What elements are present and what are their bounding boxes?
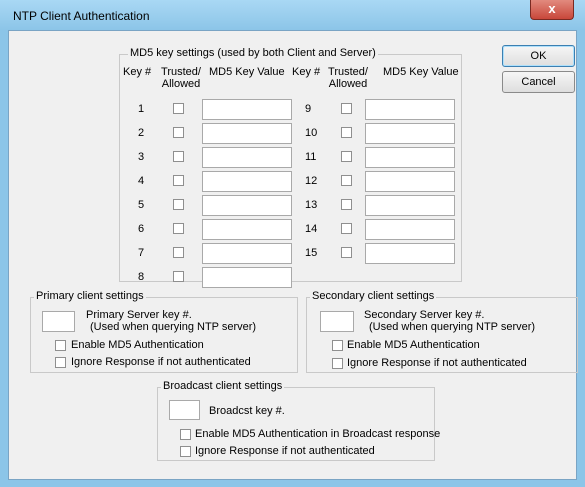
trusted-checkbox-key-7[interactable] (173, 247, 184, 258)
secondary-key-sublabel: (Used when querying NTP server) (369, 321, 536, 333)
trusted-checkbox-key-10[interactable] (341, 127, 352, 138)
broadcast-ignore-response-checkbox[interactable] (180, 446, 191, 457)
md5-key-value-input-1[interactable] (202, 99, 292, 120)
key-number-label: 5 (138, 199, 145, 211)
primary-enable-md5-checkbox[interactable] (55, 340, 66, 351)
trusted-header-line2: Allowed (161, 78, 201, 90)
md5-key-value-input-2[interactable] (202, 123, 292, 144)
key-number-label: 15 (305, 247, 318, 259)
trusted-header-line2: Allowed (328, 78, 368, 90)
primary-ignore-response-label: Ignore Response if not authenticated (71, 356, 251, 368)
md5-key-value-input-10[interactable] (365, 123, 455, 144)
trusted-checkbox-key-3[interactable] (173, 151, 184, 162)
broadcast-key-input[interactable] (169, 400, 200, 420)
broadcast-key-label: Broadcst key #. (209, 405, 285, 417)
broadcast-group-title: Broadcast client settings (161, 380, 285, 392)
col-header-key-right: Key # (292, 66, 321, 78)
key-number-label: 4 (138, 175, 145, 187)
key-number-label: 2 (138, 127, 145, 139)
trusted-checkbox-key-4[interactable] (173, 175, 184, 186)
secondary-client-settings-group: Secondary client settings Secondary Serv… (306, 290, 578, 373)
trusted-checkbox-key-8[interactable] (173, 271, 184, 282)
trusted-header-line1: Trusted/ (161, 66, 201, 78)
col-header-trusted-left: Trusted/ Allowed (157, 66, 205, 90)
primary-key-sublabel: (Used when querying NTP server) (90, 321, 257, 333)
col-header-key-left: Key # (123, 66, 152, 78)
md5-key-settings-group: MD5 key settings (used by both Client an… (119, 47, 462, 288)
trusted-checkbox-key-6[interactable] (173, 223, 184, 234)
key-number-label: 12 (305, 175, 318, 187)
secondary-ignore-response-label: Ignore Response if not authenticated (347, 357, 527, 369)
cancel-button[interactable]: Cancel (502, 71, 575, 93)
broadcast-client-settings-group: Broadcast client settings Broadcst key #… (157, 380, 440, 461)
trusted-checkbox-key-11[interactable] (341, 151, 352, 162)
primary-server-key-input[interactable] (42, 311, 75, 332)
close-icon: x (548, 1, 556, 16)
secondary-group-title: Secondary client settings (310, 290, 437, 302)
trusted-checkbox-key-13[interactable] (341, 199, 352, 210)
broadcast-enable-md5-label: Enable MD5 Authentication in Broadcast r… (195, 428, 441, 440)
close-button[interactable]: x (530, 0, 574, 20)
col-header-trusted-right: Trusted/ Allowed (324, 66, 372, 90)
key-number-label: 9 (305, 103, 312, 115)
md5-key-value-input-15[interactable] (365, 243, 455, 264)
trusted-checkbox-key-5[interactable] (173, 199, 184, 210)
dialog-client-area: MD5 key settings (used by both Client an… (8, 30, 578, 480)
md5-key-value-input-7[interactable] (202, 243, 292, 264)
primary-client-settings-group: Primary client settings Primary Server k… (30, 290, 298, 373)
md5-key-value-input-5[interactable] (202, 195, 292, 216)
trusted-header-line1: Trusted/ (328, 66, 368, 78)
key-number-label: 6 (138, 223, 145, 235)
trusted-checkbox-key-14[interactable] (341, 223, 352, 234)
primary-key-label: Primary Server key #. (86, 309, 192, 321)
ok-button[interactable]: OK (502, 45, 575, 67)
key-number-label: 7 (138, 247, 145, 259)
trusted-checkbox-key-12[interactable] (341, 175, 352, 186)
secondary-enable-md5-checkbox[interactable] (332, 340, 343, 351)
primary-group-title: Primary client settings (34, 290, 146, 302)
window-title: NTP Client Authentication (13, 9, 150, 23)
trusted-checkbox-key-9[interactable] (341, 103, 352, 114)
secondary-ignore-response-checkbox[interactable] (332, 358, 343, 369)
md5-key-value-input-9[interactable] (365, 99, 455, 120)
trusted-checkbox-key-15[interactable] (341, 247, 352, 258)
key-number-label: 13 (305, 199, 318, 211)
md5-key-value-input-14[interactable] (365, 219, 455, 240)
key-number-label: 3 (138, 151, 145, 163)
key-number-label: 14 (305, 223, 318, 235)
col-header-value-right: MD5 Key Value (383, 66, 459, 78)
title-bar[interactable]: NTP Client Authentication x (0, 0, 585, 30)
md5-key-value-input-4[interactable] (202, 171, 292, 192)
primary-enable-md5-label: Enable MD5 Authentication (71, 339, 204, 351)
col-header-value-left: MD5 Key Value (209, 66, 285, 78)
md5-group-title: MD5 key settings (used by both Client an… (128, 47, 378, 59)
dialog-window: NTP Client Authentication x MD5 key sett… (0, 0, 585, 487)
md5-key-value-input-8[interactable] (202, 267, 292, 288)
md5-key-value-input-13[interactable] (365, 195, 455, 216)
primary-ignore-response-checkbox[interactable] (55, 357, 66, 368)
md5-key-value-input-6[interactable] (202, 219, 292, 240)
md5-key-value-input-11[interactable] (365, 147, 455, 168)
secondary-key-label: Secondary Server key #. (364, 309, 485, 321)
broadcast-enable-md5-checkbox[interactable] (180, 429, 191, 440)
broadcast-ignore-response-label: Ignore Response if not authenticated (195, 445, 375, 457)
key-number-label: 11 (305, 151, 317, 163)
md5-key-value-input-3[interactable] (202, 147, 292, 168)
secondary-enable-md5-label: Enable MD5 Authentication (347, 339, 480, 351)
md5-key-value-input-12[interactable] (365, 171, 455, 192)
key-number-label: 10 (305, 127, 318, 139)
trusted-checkbox-key-2[interactable] (173, 127, 184, 138)
trusted-checkbox-key-1[interactable] (173, 103, 184, 114)
secondary-server-key-input[interactable] (320, 311, 354, 332)
key-number-label: 1 (138, 103, 145, 115)
key-number-label: 8 (138, 271, 145, 283)
